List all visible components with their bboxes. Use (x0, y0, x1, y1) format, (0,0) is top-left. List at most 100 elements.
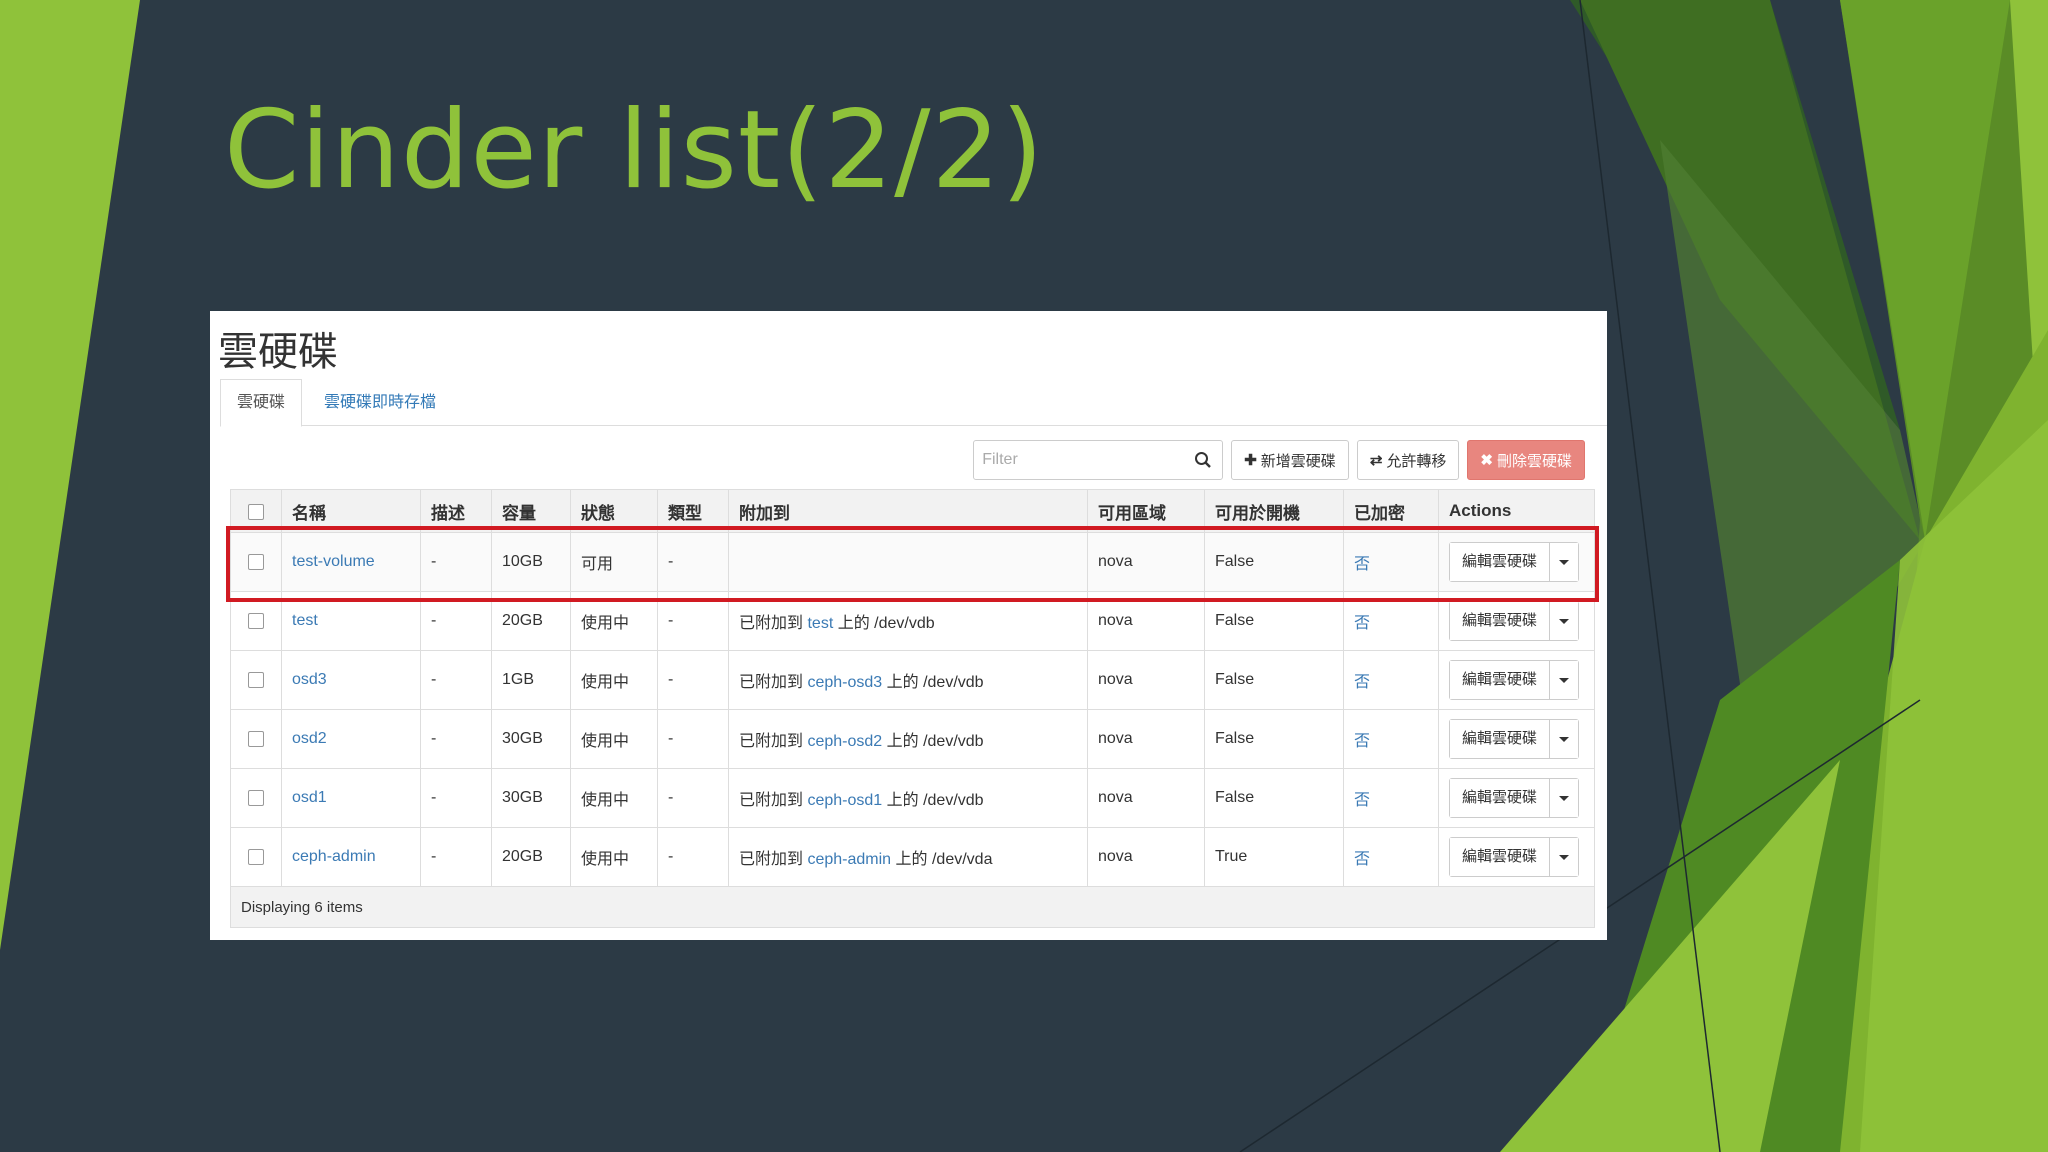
row-actions: 編輯雲硬碟 (1438, 532, 1595, 592)
accept-transfer-button[interactable]: ⇄ 允許轉移 (1356, 440, 1460, 480)
select-all-cell (230, 489, 282, 533)
row-actions: 編輯雲硬碟 (1438, 768, 1595, 828)
attach-host-link[interactable]: ceph-osd2 (807, 733, 882, 750)
row-actions: 編輯雲硬碟 (1438, 650, 1595, 710)
volume-zone: nova (1087, 591, 1205, 651)
volume-name-link[interactable]: test (281, 591, 421, 651)
create-volume-button[interactable]: ✚ 新增雲硬碟 (1231, 440, 1349, 480)
tab-bar: 雲硬碟 雲硬碟即時存檔 (220, 379, 1607, 427)
volume-name-link[interactable]: test-volume (281, 532, 421, 592)
attach-suffix: 上的 /dev/vdb (886, 733, 984, 750)
select-all-checkbox[interactable] (248, 503, 264, 520)
attach-host-link[interactable]: test (807, 615, 833, 632)
volume-name-link[interactable]: osd3 (281, 650, 421, 710)
volume-encrypted[interactable]: 否 (1343, 650, 1439, 710)
volume-zone: nova (1087, 709, 1205, 769)
column-header[interactable]: 狀態 (570, 489, 658, 533)
actions-dropdown-toggle[interactable] (1550, 838, 1579, 876)
edit-volume-button[interactable]: 編輯雲硬碟 (1450, 779, 1551, 817)
column-header[interactable]: 類型 (657, 489, 729, 533)
attach-suffix: 上的 /dev/vdb (837, 615, 935, 632)
plus-icon: ✚ (1244, 452, 1257, 469)
table-row: osd1 - 30GB 使用中 - 已附加到 ceph-osd1 上的 /dev… (230, 768, 1595, 828)
caret-down-icon (1559, 677, 1570, 683)
row-select-cell (230, 709, 282, 769)
volume-encrypted[interactable]: 否 (1343, 709, 1439, 769)
row-checkbox[interactable] (248, 789, 264, 806)
actions-dropdown-toggle[interactable] (1550, 720, 1579, 758)
volume-description: - (420, 591, 492, 651)
row-checkbox[interactable] (248, 612, 264, 629)
column-header: Actions (1438, 489, 1595, 533)
search-icon[interactable] (1194, 451, 1212, 469)
volume-encrypted[interactable]: 否 (1343, 827, 1439, 887)
attach-host-link[interactable]: ceph-osd1 (807, 792, 882, 809)
volume-attachment: 已附加到 test 上的 /dev/vdb (728, 591, 1088, 651)
edit-volume-button[interactable]: 編輯雲硬碟 (1450, 838, 1551, 876)
volume-status: 可用 (570, 532, 658, 592)
volume-name-link[interactable]: osd2 (281, 709, 421, 769)
action-button-group: 編輯雲硬碟 (1449, 542, 1580, 582)
row-select-cell (230, 650, 282, 710)
actions-dropdown-toggle[interactable] (1550, 661, 1579, 699)
volume-attachment (728, 532, 1088, 592)
tab-volume-snapshots[interactable]: 雲硬碟即時存檔 (307, 379, 453, 427)
row-select-cell (230, 768, 282, 828)
attach-prefix: 已附加到 (739, 674, 804, 691)
volume-type: - (657, 709, 729, 769)
attach-suffix: 上的 /dev/vda (895, 851, 993, 868)
edit-volume-button[interactable]: 編輯雲硬碟 (1450, 543, 1551, 581)
delete-volumes-label: 刪除雲硬碟 (1496, 452, 1572, 470)
column-header[interactable]: 描述 (420, 489, 492, 533)
action-button-group: 編輯雲硬碟 (1449, 719, 1580, 759)
screenshot-panel: 雲硬碟 雲硬碟 雲硬碟即時存檔 ✚ 新增雲硬碟 ⇄ 允許轉移 ✖ 刪除雲硬碟 (210, 311, 1607, 940)
volume-zone: nova (1087, 827, 1205, 887)
column-header[interactable]: 可用區域 (1087, 489, 1205, 533)
row-checkbox[interactable] (248, 730, 264, 747)
actions-dropdown-toggle[interactable] (1550, 602, 1579, 640)
volume-status: 使用中 (570, 768, 658, 828)
caret-down-icon (1559, 854, 1570, 860)
column-header[interactable]: 附加到 (728, 489, 1088, 533)
table-footer-row: Displaying 6 items (230, 886, 1595, 928)
row-checkbox[interactable] (248, 848, 264, 865)
tab-volumes[interactable]: 雲硬碟 (220, 379, 303, 427)
volume-encrypted[interactable]: 否 (1343, 591, 1439, 651)
item-count: Displaying 6 items (230, 886, 1595, 928)
edit-volume-button[interactable]: 編輯雲硬碟 (1450, 661, 1551, 699)
edit-volume-button[interactable]: 編輯雲硬碟 (1450, 720, 1551, 758)
volume-bootable: False (1204, 709, 1344, 769)
column-header[interactable]: 容量 (491, 489, 571, 533)
column-header[interactable]: 已加密 (1343, 489, 1439, 533)
row-actions: 編輯雲硬碟 (1438, 591, 1595, 651)
attach-host-link[interactable]: ceph-admin (807, 851, 891, 868)
column-header[interactable]: 可用於開機 (1204, 489, 1344, 533)
volume-zone: nova (1087, 532, 1205, 592)
attach-suffix: 上的 /dev/vdb (886, 792, 984, 809)
column-header[interactable]: 名稱 (281, 489, 421, 533)
actions-dropdown-toggle[interactable] (1550, 543, 1579, 581)
delete-volumes-button[interactable]: ✖ 刪除雲硬碟 (1467, 440, 1585, 480)
edit-volume-button[interactable]: 編輯雲硬碟 (1450, 602, 1551, 640)
row-checkbox[interactable] (248, 553, 264, 570)
attach-host-link[interactable]: ceph-osd3 (807, 674, 882, 691)
volume-status: 使用中 (570, 709, 658, 769)
volume-name-link[interactable]: ceph-admin (281, 827, 421, 887)
volume-status: 使用中 (570, 650, 658, 710)
volume-encrypted[interactable]: 否 (1343, 532, 1439, 592)
volume-encrypted[interactable]: 否 (1343, 768, 1439, 828)
volume-name-link[interactable]: osd1 (281, 768, 421, 828)
close-icon: ✖ (1480, 452, 1493, 469)
volume-attachment: 已附加到 ceph-osd3 上的 /dev/vdb (728, 650, 1088, 710)
attach-prefix: 已附加到 (739, 851, 804, 868)
row-select-cell (230, 532, 282, 592)
volume-type: - (657, 650, 729, 710)
volume-bootable: True (1204, 827, 1344, 887)
row-checkbox[interactable] (248, 671, 264, 688)
actions-dropdown-toggle[interactable] (1550, 779, 1579, 817)
volume-type: - (657, 532, 729, 592)
caret-down-icon (1559, 736, 1570, 742)
volume-size: 20GB (491, 827, 571, 887)
filter-input[interactable] (974, 441, 1191, 479)
table-row: osd3 - 1GB 使用中 - 已附加到 ceph-osd3 上的 /dev/… (230, 650, 1595, 710)
